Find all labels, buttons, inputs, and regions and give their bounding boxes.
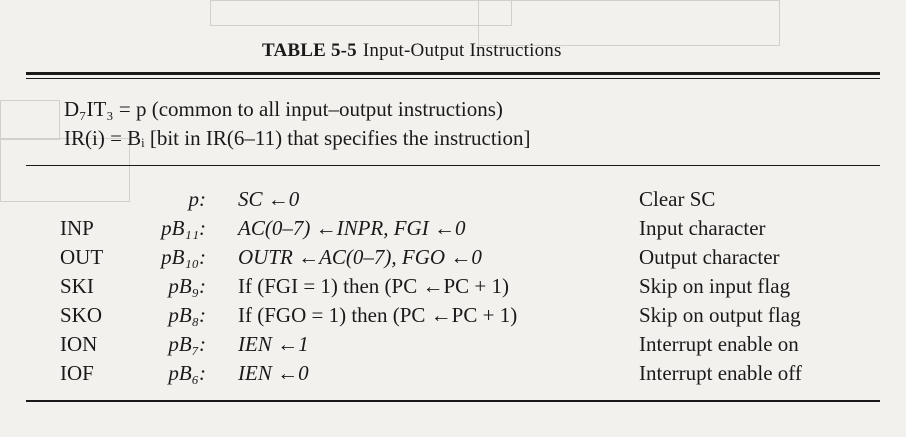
description-cell: Input character: [639, 216, 766, 240]
description-cell: Skip on output flag: [639, 303, 801, 327]
definition-ir: IR(i) = Bᵢ [bit in IR(6–11) that specifi…: [64, 126, 531, 150]
operation-cell: OUTR ←AC(0–7), FGO ←0: [238, 245, 482, 269]
operation-cell: IEN ←1: [238, 332, 309, 356]
mnemonic-cell: SKI: [60, 274, 94, 298]
table-caption: Input-Output Instructions: [362, 40, 562, 61]
operation-cell: SC ←0: [238, 187, 300, 211]
table-row: SKO pB₈: If (FGO = 1) then (PC ←PC + 1) …: [0, 303, 906, 331]
table-row: IOF pB₆: IEN ←0 Interrupt enable off: [0, 361, 906, 389]
mnemonic-cell: ION: [60, 332, 98, 356]
mnemonic-cell: INP: [60, 216, 94, 240]
description-cell: Output character: [639, 245, 780, 269]
table-row: OUT pB₁₀: OUTR ←AC(0–7), FGO ←0 Output c…: [0, 245, 906, 273]
control-cell: pB₁₀:: [161, 245, 206, 269]
definition-common: D₇IT₃ = p (common to all input–output in…: [64, 97, 503, 121]
header-rule: [26, 165, 880, 166]
description-cell: Interrupt enable off: [639, 361, 802, 385]
control-cell: pB₈:: [168, 303, 206, 327]
top-rule-thin: [26, 78, 880, 79]
operation-cell: If (FGI = 1) then (PC ←PC + 1): [238, 274, 510, 298]
control-cell: pB₆:: [168, 361, 206, 385]
operation-cell: IEN ←0: [238, 361, 309, 385]
control-cell: pB₁₁:: [161, 216, 206, 240]
table-row: SKI pB₉: If (FGI = 1) then (PC ←PC + 1) …: [0, 274, 906, 302]
mnemonic-cell: SKO: [60, 303, 103, 327]
control-cell: pB₇:: [168, 332, 206, 356]
table-label: TABLE 5-5: [262, 40, 357, 61]
operation-cell: If (FGO = 1) then (PC ←PC + 1): [238, 303, 518, 327]
bottom-rule: [26, 400, 880, 402]
bleed-through-box: [210, 0, 512, 26]
mnemonic-cell: IOF: [60, 361, 94, 385]
table-row: ION pB₇: IEN ←1 Interrupt enable on: [0, 332, 906, 360]
operation-cell: AC(0–7) ←INPR, FGI ←0: [238, 216, 466, 240]
top-rule-thick: [26, 72, 880, 75]
bleed-through-box: [0, 100, 60, 140]
table-row: p: SC ←0 Clear SC: [0, 187, 906, 215]
description-cell: Skip on input flag: [639, 274, 791, 298]
description-cell: Clear SC: [639, 187, 716, 211]
table-row: INP pB₁₁: AC(0–7) ←INPR, FGI ←0 Input ch…: [0, 216, 906, 244]
control-cell: pB₉:: [168, 274, 206, 298]
description-cell: Interrupt enable on: [639, 332, 799, 356]
mnemonic-cell: OUT: [60, 245, 104, 269]
control-cell: p:: [188, 187, 207, 211]
table-title: TABLE 5-5 Input-Output Instructions: [262, 40, 562, 62]
